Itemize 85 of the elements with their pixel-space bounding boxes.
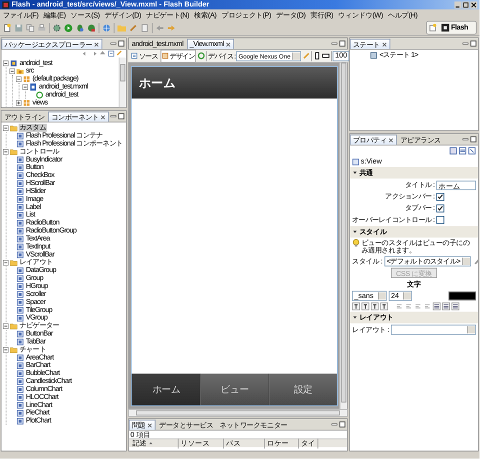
maximize-icon[interactable]	[462, 1, 470, 8]
checkbox[interactable]	[436, 204, 444, 212]
view-tab[interactable]: ビュー	[200, 374, 269, 406]
collapse-icon[interactable]	[9, 68, 16, 74]
open-perspective-icon[interactable]	[429, 24, 438, 32]
maximize-icon[interactable]	[339, 421, 346, 428]
flash-builder-icon	[442, 24, 450, 32]
component-icon	[36, 91, 44, 98]
collapse-icon[interactable]	[2, 124, 9, 131]
folder-icon	[10, 258, 18, 266]
collapse-icon[interactable]	[16, 76, 22, 82]
checkbox[interactable]	[436, 216, 444, 224]
print-icon[interactable]	[37, 23, 46, 32]
underline-button-icon[interactable]	[370, 302, 379, 310]
design-icon	[162, 52, 168, 60]
maximize-icon[interactable]	[470, 136, 477, 143]
project-icon	[10, 59, 18, 67]
close-icon[interactable]	[94, 41, 100, 48]
app-icon	[2, 1, 10, 8]
close-icon[interactable]	[388, 137, 394, 143]
folder-icon	[10, 148, 18, 156]
close-icon[interactable]	[381, 41, 388, 48]
close-icon[interactable]	[225, 41, 231, 48]
folder-icon	[16, 67, 24, 75]
close-icon[interactable]	[100, 114, 106, 120]
minimize-icon[interactable]	[110, 40, 117, 47]
collapse-icon[interactable]	[2, 346, 9, 352]
expand-icon[interactable]	[16, 100, 22, 106]
new-file-icon[interactable]	[2, 23, 12, 32]
globe-icon[interactable]	[102, 23, 111, 32]
maximize-icon[interactable]	[470, 40, 477, 47]
bold-button-icon[interactable]	[352, 302, 360, 310]
minimize-icon[interactable]	[462, 136, 469, 143]
outdent-icon[interactable]	[442, 302, 450, 310]
collapse-arrow-icon[interactable]	[352, 314, 358, 320]
strikethrough-button-icon[interactable]	[380, 302, 388, 310]
component-icon	[352, 158, 360, 166]
collapse-all-icon[interactable]	[108, 50, 114, 57]
paint-icon[interactable]	[473, 258, 478, 265]
indent-icon[interactable]	[432, 302, 441, 310]
close-icon[interactable]	[146, 422, 152, 428]
standard-view-icon[interactable]	[449, 146, 458, 155]
minimize-icon[interactable]	[454, 1, 462, 8]
collapse-icon[interactable]	[2, 60, 9, 66]
color-swatch[interactable]	[448, 292, 476, 300]
minimize-icon[interactable]	[462, 40, 469, 47]
minimize-icon[interactable]	[331, 421, 338, 428]
scrollbar[interactable]	[128, 408, 348, 417]
close-icon[interactable]	[470, 1, 478, 8]
minimize-icon[interactable]	[331, 40, 338, 47]
italic-button-icon[interactable]	[361, 302, 370, 310]
sort-icon	[148, 440, 154, 446]
file-icon	[30, 83, 37, 90]
portrait-icon[interactable]	[313, 52, 322, 60]
play-icon[interactable]	[64, 23, 73, 32]
collapse-icon[interactable]	[22, 84, 28, 90]
view-tab[interactable]: 設定	[268, 374, 337, 406]
refresh-icon[interactable]	[197, 52, 206, 60]
collapse-arrow-icon[interactable]	[352, 170, 358, 176]
package-icon	[23, 75, 30, 82]
view-tab[interactable]: ホーム	[132, 374, 200, 406]
list-icon[interactable]	[451, 302, 460, 310]
scrollbar[interactable]	[340, 62, 348, 409]
checkbox[interactable]	[436, 192, 444, 201]
maximize-icon[interactable]	[339, 40, 346, 47]
landscape-icon[interactable]	[322, 52, 330, 60]
gear-icon[interactable]	[52, 23, 62, 32]
folder-icon	[10, 322, 18, 330]
collapse-icon[interactable]	[2, 148, 9, 154]
scrollbar[interactable]	[118, 58, 126, 108]
category-view-icon[interactable]	[458, 146, 467, 155]
profile-icon[interactable]	[87, 23, 96, 32]
source-icon	[131, 52, 138, 60]
maximize-icon[interactable]	[118, 113, 125, 120]
collapse-icon[interactable]	[2, 322, 9, 329]
bug-icon[interactable]	[76, 23, 84, 32]
view-title: ホーム	[138, 74, 176, 92]
state-icon	[370, 51, 378, 59]
alphabetical-view-icon[interactable]	[468, 146, 476, 155]
minimize-icon[interactable]	[110, 113, 117, 120]
lightbulb-icon	[352, 239, 360, 247]
folder-icon	[10, 346, 18, 354]
collapse-icon[interactable]	[2, 260, 9, 266]
maximize-icon[interactable]	[118, 40, 125, 47]
collapse-arrow-icon[interactable]	[352, 228, 358, 235]
